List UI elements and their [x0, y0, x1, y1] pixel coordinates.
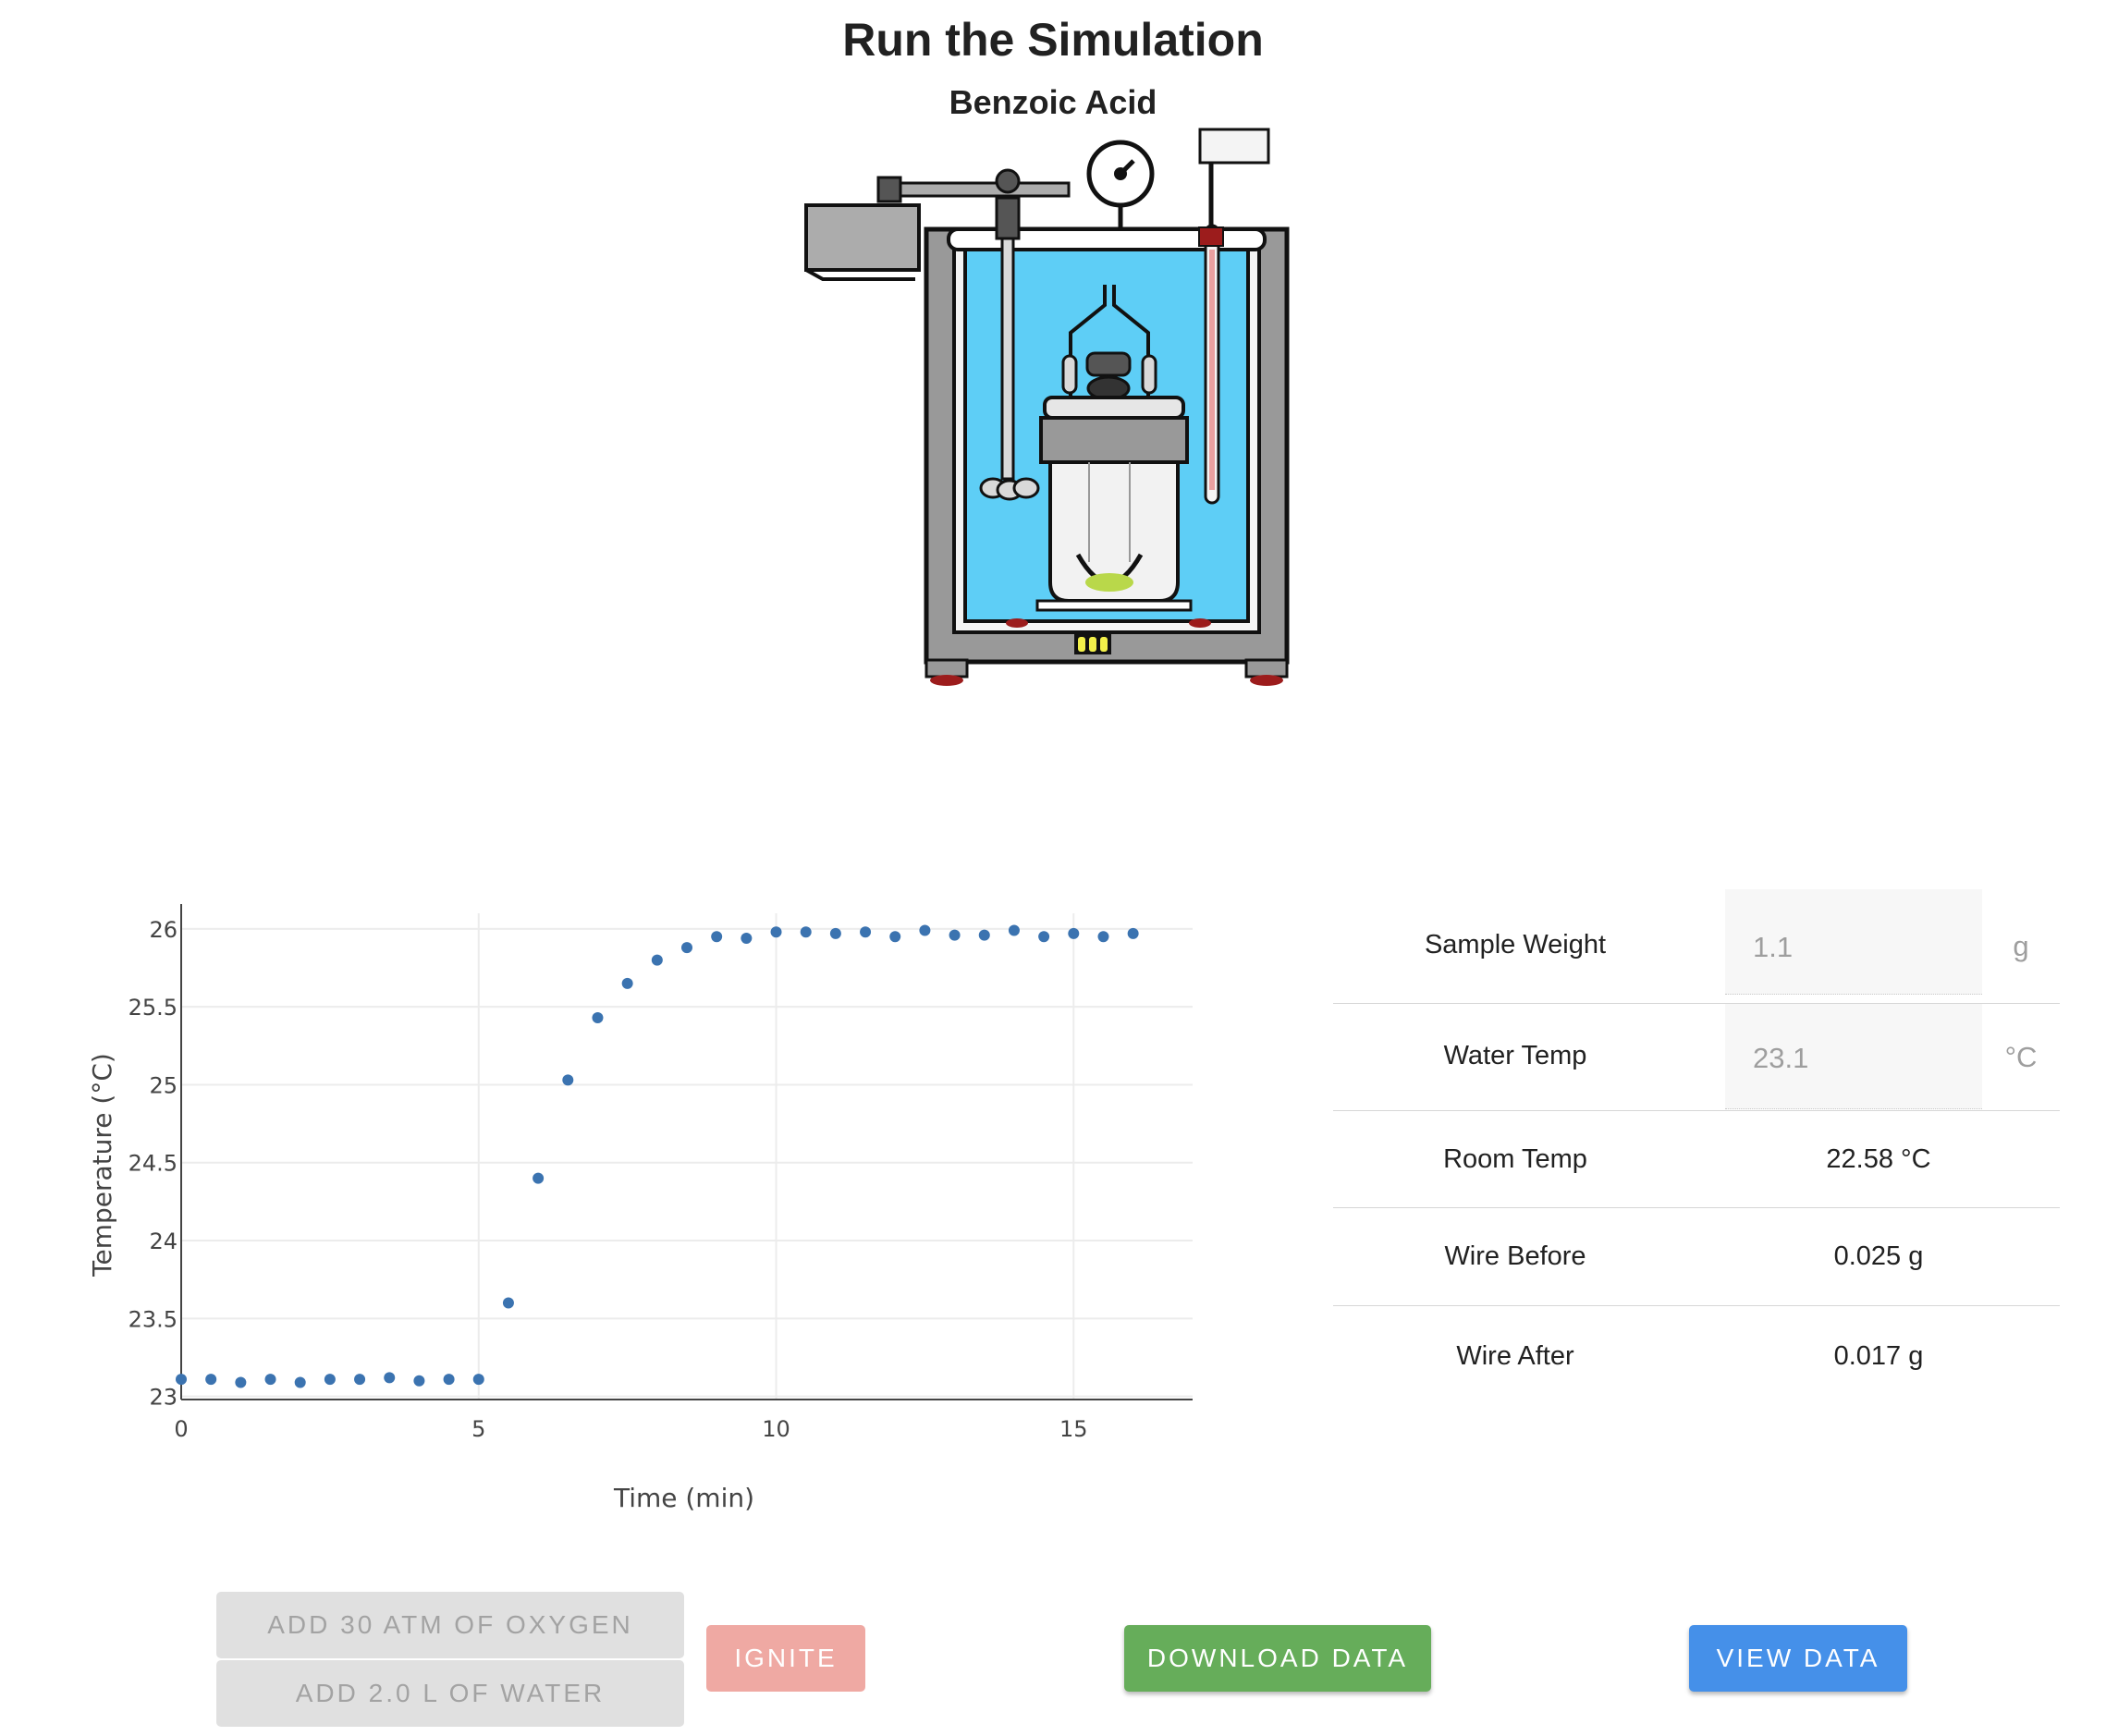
- data-point: [860, 926, 872, 938]
- bomb-calorimeter-illustration: [795, 120, 1294, 693]
- data-point: [1127, 927, 1139, 939]
- chart-axes: [180, 904, 1193, 1400]
- data-point: [176, 1374, 187, 1386]
- x-tick-label: 5: [471, 1416, 485, 1442]
- page-title: Run the Simulation: [842, 14, 1264, 66]
- simulation-page: Run the Simulation Benzoic Acid 23 23.5 …: [0, 0, 2106, 1736]
- sample-name: Benzoic Acid: [949, 83, 1157, 121]
- y-axis-label: Temperature (°C): [87, 1053, 117, 1278]
- data-point: [472, 1374, 484, 1386]
- sample-weight-unit: g: [2013, 930, 2029, 962]
- x-axis-label: Time (min): [613, 1483, 754, 1513]
- chart-svg: 23 23.5 24 24.5 25 25.5 26 0 5 10 15 Time (min) Te…: [87, 904, 1193, 1513]
- data-point: [978, 929, 990, 941]
- x-tick-label: 15: [1059, 1416, 1088, 1442]
- data-point: [294, 1376, 306, 1388]
- room-temp-label: Room Temp: [1443, 1144, 1587, 1174]
- data-point: [205, 1374, 217, 1386]
- y-tick-label: 23.5: [129, 1306, 178, 1332]
- data-point: [502, 1297, 514, 1309]
- y-tick-label: 23: [149, 1385, 178, 1411]
- y-tick-label: 26: [149, 917, 178, 943]
- data-point: [741, 932, 753, 944]
- data-point: [235, 1376, 247, 1388]
- chart-grid: [181, 913, 1193, 1400]
- water-temp-unit: °C: [2004, 1041, 2038, 1073]
- y-tick-label: 25.5: [129, 995, 178, 1021]
- water-temp-input[interactable]: [1725, 1035, 1982, 1082]
- y-tick-label: 25: [149, 1072, 178, 1098]
- sample-weight-input[interactable]: [1725, 924, 1982, 971]
- data-point: [711, 931, 723, 943]
- x-tick-label: 0: [174, 1416, 188, 1442]
- data-point: [1038, 931, 1050, 943]
- data-point: [651, 954, 663, 966]
- wire-before-label: Wire Before: [1444, 1241, 1586, 1271]
- data-point: [1008, 924, 1020, 936]
- room-temp-row: Room Temp 22.58 °C: [1333, 1111, 2060, 1208]
- data-point: [443, 1374, 455, 1386]
- sample-weight-label: Sample Weight: [1424, 930, 1607, 960]
- data-point: [889, 931, 901, 943]
- download-data-button[interactable]: DOWNLOAD DATA: [1124, 1625, 1431, 1692]
- wire-after-value: 0.017 g: [1833, 1341, 1924, 1371]
- y-tick-label: 24.5: [129, 1151, 178, 1177]
- data-point: [770, 926, 782, 938]
- x-tick-label: 10: [762, 1416, 790, 1442]
- data-point: [562, 1074, 574, 1086]
- data-point: [533, 1172, 545, 1184]
- temperature-chart: 23 23.5 24 24.5 25 25.5 26 0 5 10 15 Time (min) Te…: [74, 897, 1220, 1544]
- thermometer-display: [1198, 128, 1270, 165]
- chart-ticks: 23 23.5 24 24.5 25 25.5 26 0 5 10 15: [129, 917, 1088, 1442]
- data-point: [681, 942, 692, 954]
- sample-pellet: [1085, 573, 1133, 592]
- wire-before-value: 0.025 g: [1833, 1241, 1924, 1271]
- experiment-parameters: Sample Weight g Water Temp °C Room Temp …: [1333, 889, 2060, 1404]
- y-tick-label: 24: [149, 1229, 178, 1254]
- wire-after-row: Wire After 0.017 g: [1333, 1306, 2060, 1404]
- bomb-head: [1039, 416, 1189, 464]
- data-point: [413, 1375, 425, 1387]
- data-point: [384, 1372, 396, 1384]
- data-point: [800, 926, 812, 938]
- data-point: [621, 977, 633, 989]
- water-temp-row: Water Temp °C: [1333, 1004, 2060, 1111]
- calorimeter-drawing: [804, 128, 1290, 686]
- data-point: [919, 924, 931, 936]
- stirrer-shaft: [1000, 237, 1015, 481]
- data-point: [354, 1374, 366, 1386]
- ignite-button[interactable]: IGNITE: [706, 1625, 865, 1692]
- add-oxygen-button[interactable]: ADD 30 ATM OF OXYGEN: [216, 1592, 684, 1658]
- wire-after-label: Wire After: [1456, 1341, 1574, 1371]
- room-temp-value: 22.58 °C: [1826, 1144, 1931, 1174]
- view-data-button[interactable]: VIEW DATA: [1689, 1625, 1907, 1692]
- water-temp-label: Water Temp: [1443, 1041, 1587, 1070]
- sample-weight-row: Sample Weight g: [1333, 889, 2060, 1004]
- data-point: [324, 1374, 336, 1386]
- data-point: [829, 927, 841, 939]
- ignition-box: [804, 203, 921, 272]
- wire-before-row: Wire Before 0.025 g: [1333, 1208, 2060, 1306]
- data-point: [949, 929, 961, 941]
- add-water-button[interactable]: ADD 2.0 L OF WATER: [216, 1660, 684, 1727]
- data-point: [1068, 927, 1080, 939]
- data-point: [264, 1374, 276, 1386]
- data-point: [592, 1011, 604, 1023]
- data-point: [1097, 931, 1109, 943]
